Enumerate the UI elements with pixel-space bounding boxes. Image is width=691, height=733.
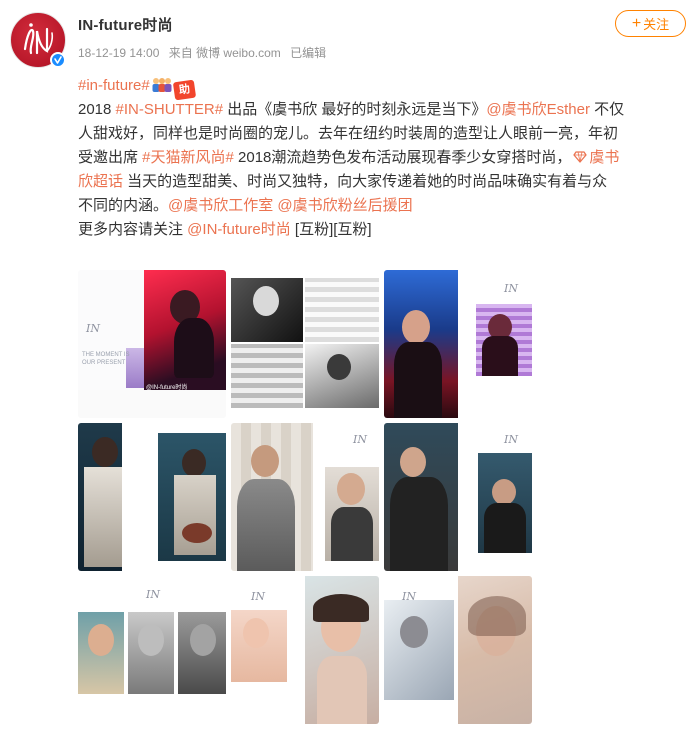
plus-icon: + (631, 14, 642, 32)
text-segment: 2018 (78, 101, 116, 118)
mention-link-in-future[interactable]: @IN-future时尚 (187, 221, 291, 238)
mention-link-fanclub[interactable]: @虞书欣粉丝后援团 (277, 197, 412, 214)
text-segment: 当天的造型甜美、时尚又独特，向大家传递着她的时尚品味确实有着与众 (123, 173, 608, 190)
super-topic-link[interactable]: 虞书 (589, 149, 619, 166)
super-topic-link-cont[interactable]: 欣超话 (78, 173, 123, 190)
mention-link-studio[interactable]: @虞书欣工作室 (168, 197, 273, 214)
in-logo-mark: IN (504, 433, 518, 446)
image-thumbnail-6[interactable]: IN (384, 423, 532, 571)
image-thumbnail-4[interactable] (78, 423, 226, 571)
text-segment: [互粉][互粉] (290, 221, 372, 238)
super-topic-diamond-icon (573, 151, 588, 163)
image-watermark: @IN-future时尚 (146, 385, 188, 391)
topic-link-in-future[interactable]: #in-future# (78, 77, 150, 94)
follow-button[interactable]: + 关注 (615, 10, 686, 37)
author-name[interactable]: IN-future时尚 (78, 14, 173, 35)
image-thumbnail-8[interactable]: IN (231, 576, 379, 724)
verified-badge-icon (50, 52, 66, 68)
in-logo-mark: IN (402, 590, 416, 603)
image-thumbnail-3[interactable]: IN (384, 270, 532, 418)
text-segment: 不仅 (590, 101, 625, 118)
cover-caption: THE MOMENT IS (82, 352, 130, 358)
image-thumbnail-9[interactable]: IN (384, 576, 532, 724)
in-logo-mark: IN (504, 282, 518, 295)
text-segment: 受邀出席 (78, 149, 143, 166)
topic-link-tmall[interactable]: #天猫新风尚# (142, 149, 234, 166)
text-segment: 出品《虞书欣 最好的时刻永远是当下》 (223, 101, 487, 118)
image-thumbnail-7[interactable]: IN (78, 576, 226, 724)
cheer-emoji-icon: 助 (172, 79, 196, 101)
text-segment: 人甜戏好，同样也是时尚圈的宠儿。去年在纽约时装周的造型让人眼前一亮，年初 (78, 125, 619, 142)
in-logo-mark: IN (251, 590, 265, 603)
edited-label[interactable]: 已编辑 (290, 46, 326, 60)
topic-link-in-shutter[interactable]: #IN-SHUTTER# (116, 101, 224, 118)
in-logo-mark: IN (146, 588, 160, 601)
cover-caption: OUR PRESENT (82, 360, 126, 366)
in-logo-mark: IN (353, 433, 367, 446)
post-text: #in-future# 助 2018 #IN-SHUTTER# 出品《虞书欣 最… (78, 74, 688, 242)
post-meta: 18-12-19 14:00 来自 微博 weibo.com 已编辑 (78, 44, 332, 61)
image-thumbnail-1[interactable]: IN THE MOMENT IS OUR PRESENT @IN-future时… (78, 270, 226, 418)
in-logo-mark: IN (86, 322, 100, 335)
text-segment: 更多内容请关注 (78, 221, 188, 238)
mention-link-esther[interactable]: @虞书欣Esther (486, 101, 590, 118)
people-emoji-icon (152, 78, 172, 92)
text-segment: 不同的内涵。 (78, 197, 169, 214)
text-segment: 2018潮流趋势色发布活动展现春季少女穿搭时尚， (233, 149, 572, 166)
follow-label: 关注 (643, 17, 670, 32)
post-time[interactable]: 18-12-19 14:00 (78, 46, 159, 60)
image-thumbnail-2[interactable] (231, 270, 379, 418)
post-source: 来自 微博 weibo.com (168, 46, 281, 60)
image-thumbnail-5[interactable]: IN (231, 423, 379, 571)
